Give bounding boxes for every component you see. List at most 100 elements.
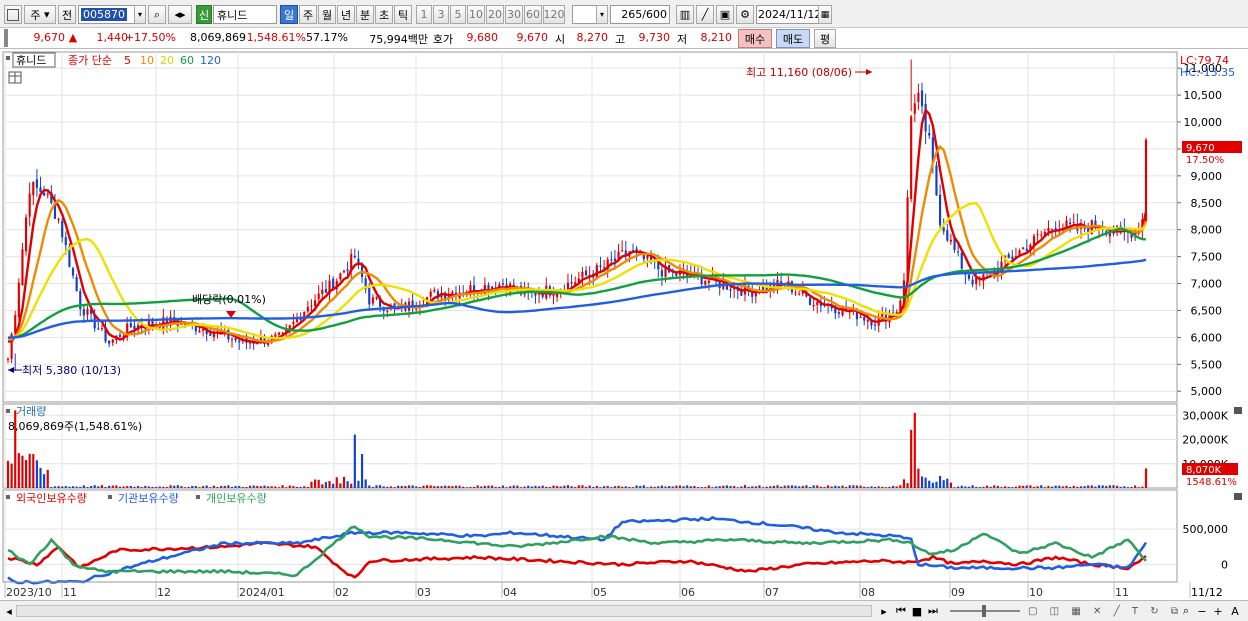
volume-bar bbox=[462, 486, 465, 488]
candle-body bbox=[274, 334, 277, 337]
volume-bar bbox=[635, 485, 638, 488]
volume-bar bbox=[1065, 485, 1068, 488]
stop-icon[interactable]: ■ bbox=[910, 604, 924, 618]
calendar-icon[interactable]: ▦ bbox=[818, 5, 832, 24]
volume-bar bbox=[180, 486, 183, 488]
count-field[interactable]: 265/600 bbox=[610, 5, 670, 24]
volume-bar bbox=[469, 486, 472, 488]
volume-bar bbox=[93, 485, 96, 488]
grid-icon[interactable]: ▦ bbox=[1071, 606, 1080, 617]
interval-button-2[interactable]: 5 bbox=[450, 5, 466, 24]
candle-body bbox=[277, 332, 281, 335]
cross-icon[interactable]: ✕ bbox=[1093, 606, 1101, 617]
x-tick-label: 04 bbox=[503, 586, 517, 599]
copy-icon[interactable]: ⧉ bbox=[1171, 606, 1178, 617]
volume-bar bbox=[465, 487, 468, 488]
sound-icon[interactable]: ◂▸ bbox=[168, 5, 192, 24]
hold-close-icon[interactable] bbox=[1234, 493, 1242, 500]
period-button-4[interactable]: 분 bbox=[356, 5, 374, 24]
interval-button-1[interactable]: 3 bbox=[433, 5, 449, 24]
y-tick-label: 7,500 bbox=[1191, 251, 1223, 264]
volume-bar bbox=[285, 487, 288, 488]
last-page-icon[interactable]: ⏭ bbox=[926, 604, 940, 618]
first-page-icon[interactable]: ⏮ bbox=[894, 604, 908, 618]
volume-bar bbox=[183, 487, 187, 488]
candle-body bbox=[100, 328, 104, 330]
candle-body bbox=[610, 259, 613, 261]
interval-button-4[interactable]: 20 bbox=[486, 5, 504, 24]
volume-bar bbox=[111, 485, 114, 488]
interval-button-7[interactable]: 120 bbox=[543, 5, 565, 24]
x-tick-label: 11 bbox=[63, 586, 77, 599]
zoom-icon[interactable]: ⌕ bbox=[1180, 604, 1192, 618]
gear-icon[interactable]: ⚙ bbox=[736, 5, 754, 24]
period-button-0[interactable]: 일 bbox=[280, 5, 298, 24]
volume-bar bbox=[574, 487, 577, 488]
volume-bar bbox=[949, 482, 952, 488]
volume-bar bbox=[617, 485, 620, 488]
interval-button-5[interactable]: 30 bbox=[505, 5, 523, 24]
sell-button[interactable]: 매도 bbox=[776, 29, 810, 48]
quote-handle[interactable] bbox=[4, 29, 8, 47]
scroll-bar[interactable]: ◂ ▸ ⏮ ■ ⏭ ▢ ◫ ▦ ✕ ╱ T ↻ ⧉ ⌕ − + A bbox=[0, 600, 1248, 621]
draw-icon[interactable]: ╱ bbox=[696, 5, 714, 24]
volume-bar bbox=[823, 487, 826, 488]
legend-ma10: 10 bbox=[140, 54, 154, 67]
period-button-2[interactable]: 월 bbox=[318, 5, 336, 24]
period-button-3[interactable]: 년 bbox=[337, 5, 355, 24]
volume-bar bbox=[379, 485, 382, 488]
eval-button[interactable]: 평 bbox=[814, 29, 836, 48]
interval-dropdown-icon[interactable]: ▾ bbox=[596, 5, 608, 24]
volume-bar bbox=[382, 486, 385, 488]
market-select[interactable]: 주 ▾ bbox=[24, 5, 56, 24]
save-icon[interactable]: ▣ bbox=[716, 5, 734, 24]
volume-bar bbox=[671, 486, 674, 488]
font-size-icon[interactable]: A bbox=[1228, 604, 1242, 618]
zoom-slider-thumb[interactable] bbox=[982, 605, 986, 617]
refresh-icon[interactable]: ↻ bbox=[1150, 606, 1158, 617]
layout-icon[interactable] bbox=[4, 5, 22, 24]
volume-bar bbox=[129, 485, 132, 488]
zoom-out-icon[interactable]: − bbox=[1196, 604, 1208, 618]
quote-volume: 8,069,869 bbox=[190, 31, 246, 44]
candle-body bbox=[86, 309, 89, 315]
legend-ma20: 20 bbox=[160, 54, 174, 67]
volume-bar bbox=[675, 485, 678, 488]
stock-name-field[interactable]: 휴니드 bbox=[213, 5, 277, 24]
candle-body bbox=[368, 287, 371, 305]
box-icon[interactable]: ▢ bbox=[1028, 606, 1037, 617]
scroll-track[interactable] bbox=[16, 605, 872, 617]
search-icon[interactable]: ⌕ bbox=[148, 5, 166, 24]
prev-button[interactable]: 전 bbox=[58, 5, 76, 24]
vol-close-icon[interactable] bbox=[1234, 407, 1242, 414]
zoom-in-icon[interactable]: + bbox=[1212, 604, 1224, 618]
volume-bar bbox=[787, 485, 790, 488]
volume-bar bbox=[1112, 485, 1115, 488]
candle-body bbox=[570, 282, 573, 284]
interval-button-0[interactable]: 1 bbox=[416, 5, 432, 24]
volume-bar bbox=[686, 485, 689, 488]
code-dropdown-icon[interactable]: ▾ bbox=[134, 5, 146, 24]
interval-button-3[interactable]: 10 bbox=[467, 5, 485, 24]
volume-bar bbox=[71, 486, 75, 488]
split-icon[interactable]: ◫ bbox=[1050, 606, 1059, 617]
candle-icon[interactable]: ▥ bbox=[676, 5, 694, 24]
volume-bar bbox=[689, 486, 692, 488]
vol-tick-label: 20,000K bbox=[1182, 434, 1228, 447]
candle-body bbox=[108, 340, 111, 344]
volume-bar bbox=[165, 487, 169, 488]
period-button-6[interactable]: 틱 bbox=[394, 5, 412, 24]
prev-label: 전 bbox=[61, 8, 73, 22]
period-button-1[interactable]: 주 bbox=[299, 5, 317, 24]
scroll-right-icon[interactable]: ▸ bbox=[878, 604, 890, 618]
stock-name: 휴니드 bbox=[217, 8, 248, 22]
interval-button-6[interactable]: 60 bbox=[524, 5, 542, 24]
scroll-left-icon[interactable]: ◂ bbox=[4, 604, 14, 618]
chart-area[interactable]: 5,000 5,500 6,000 6,500 7,000 7,500 8,000 8,500… bbox=[0, 50, 1248, 603]
text-tool-icon[interactable]: T bbox=[1132, 606, 1138, 617]
trend-icon[interactable]: ╱ bbox=[1114, 606, 1120, 617]
buy-button[interactable]: 매수 bbox=[738, 29, 772, 48]
period-button-5[interactable]: 초 bbox=[375, 5, 393, 24]
volume-bar bbox=[39, 467, 42, 488]
candle-body bbox=[39, 187, 42, 193]
